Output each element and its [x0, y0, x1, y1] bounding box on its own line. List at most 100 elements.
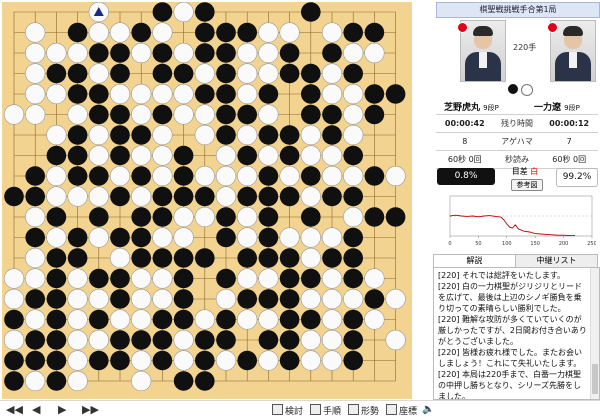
black-stone — [343, 22, 364, 43]
reference-diagram-button[interactable]: 参考図 — [511, 179, 543, 191]
white-stone — [67, 288, 88, 310]
white-stone — [300, 247, 321, 269]
white-stone — [3, 104, 25, 125]
go-board[interactable] — [2, 2, 412, 399]
previous-move-button[interactable]: ◀ — [32, 403, 40, 417]
black-stone — [89, 309, 109, 330]
white-stone — [321, 145, 343, 166]
white-stone — [343, 288, 364, 310]
black-stone — [25, 350, 45, 371]
white-stone — [173, 2, 194, 23]
white-stone — [237, 63, 258, 84]
move-order-button[interactable]: 手順 — [310, 404, 341, 418]
white-stone — [152, 165, 173, 187]
tab-commentary[interactable]: 解説 — [433, 254, 516, 267]
white-stone — [258, 104, 279, 125]
black-stone — [385, 207, 406, 227]
captures-label: アゲハマ — [493, 132, 541, 151]
black-stone — [110, 145, 130, 166]
black-stone — [364, 166, 385, 186]
sound-icon[interactable]: 🔈 — [422, 403, 434, 417]
black-stone — [131, 125, 151, 145]
black-stone — [173, 309, 194, 330]
black-stone — [195, 186, 215, 207]
white-stone — [300, 186, 321, 207]
black-stone — [25, 227, 45, 248]
white-stone — [237, 206, 258, 228]
black-stone — [152, 63, 173, 84]
black-stone — [67, 125, 88, 145]
black-stone — [152, 186, 173, 207]
black-stone — [152, 248, 173, 268]
white-stone — [67, 268, 88, 289]
black-stone — [4, 309, 24, 330]
first-move-button[interactable]: ◀◀ — [6, 403, 23, 417]
review-button[interactable]: 検討 — [272, 404, 303, 418]
black-stone — [110, 268, 130, 289]
black-stone — [279, 125, 300, 145]
white-stone — [279, 165, 300, 187]
white-captures: 7 — [540, 132, 598, 151]
white-stone — [88, 227, 109, 248]
black-stone — [364, 289, 385, 309]
tab-relay-list[interactable]: 中継リスト — [515, 254, 598, 268]
japan-flag-icon — [547, 22, 558, 33]
white-stone — [152, 22, 173, 43]
commentary-box[interactable]: [220] それでは総評をいたします。 [220] 白の一力棋聖がジリジリとリード… — [433, 267, 600, 400]
black-stone — [67, 227, 88, 248]
remaining-time-label: 残り時間 — [493, 114, 541, 133]
white-stone — [364, 268, 385, 289]
black-stone — [195, 371, 215, 391]
black-stone — [67, 84, 88, 104]
white-stone — [25, 42, 46, 64]
black-stone — [46, 289, 67, 309]
black-stone — [67, 166, 88, 186]
white-stone — [343, 104, 364, 125]
black-stone — [237, 350, 257, 371]
white-stone — [258, 22, 279, 43]
review-icon — [272, 404, 283, 415]
black-stone — [343, 145, 364, 166]
black-win-rate: 0.8% — [437, 168, 495, 185]
next-move-button[interactable]: ▶ — [58, 403, 66, 417]
white-stone — [131, 268, 152, 289]
white-stone — [25, 206, 46, 228]
black-stone — [279, 43, 300, 63]
white-stone — [215, 350, 237, 371]
coordinates-button[interactable]: 座標 — [386, 404, 417, 418]
white-stone — [67, 370, 88, 392]
white-stone — [300, 227, 321, 248]
last-move-button[interactable]: ▶▶ — [82, 403, 99, 417]
black-stone — [152, 43, 173, 63]
black-byoyomi: 60秒 0回 — [436, 150, 494, 169]
black-stone — [173, 248, 194, 268]
white-stone — [46, 83, 67, 105]
white-stone — [88, 22, 109, 43]
white-stone — [300, 124, 321, 146]
white-stone — [46, 227, 67, 248]
black-stone — [258, 186, 279, 207]
white-stone — [321, 227, 343, 248]
black-stone — [4, 371, 24, 391]
white-stone — [173, 42, 194, 64]
white-stone — [321, 309, 343, 330]
position-shape-button[interactable]: 形勢 — [348, 404, 379, 418]
white-stone — [25, 83, 46, 105]
commentary-scrollbar[interactable] — [590, 268, 599, 399]
commentary-text: [220] それでは総評をいたします。 [220] 白の一力棋聖がジリジリとリード… — [438, 270, 588, 399]
x-tick-label: 100 — [502, 241, 512, 247]
white-stone — [194, 206, 215, 228]
black-stone — [173, 186, 194, 207]
black-stone — [110, 330, 130, 350]
white-stone — [88, 124, 109, 146]
white-stone — [88, 63, 109, 84]
white-stone — [131, 309, 152, 330]
black-stone — [301, 207, 321, 227]
white-stone — [131, 104, 152, 125]
black-stone — [46, 371, 67, 391]
white-stone — [173, 83, 194, 105]
black-stone — [46, 330, 67, 350]
white-stone — [237, 83, 258, 105]
black-stone — [152, 207, 173, 227]
game-title: 棋聖戦挑戦手合第1局 — [436, 2, 600, 18]
